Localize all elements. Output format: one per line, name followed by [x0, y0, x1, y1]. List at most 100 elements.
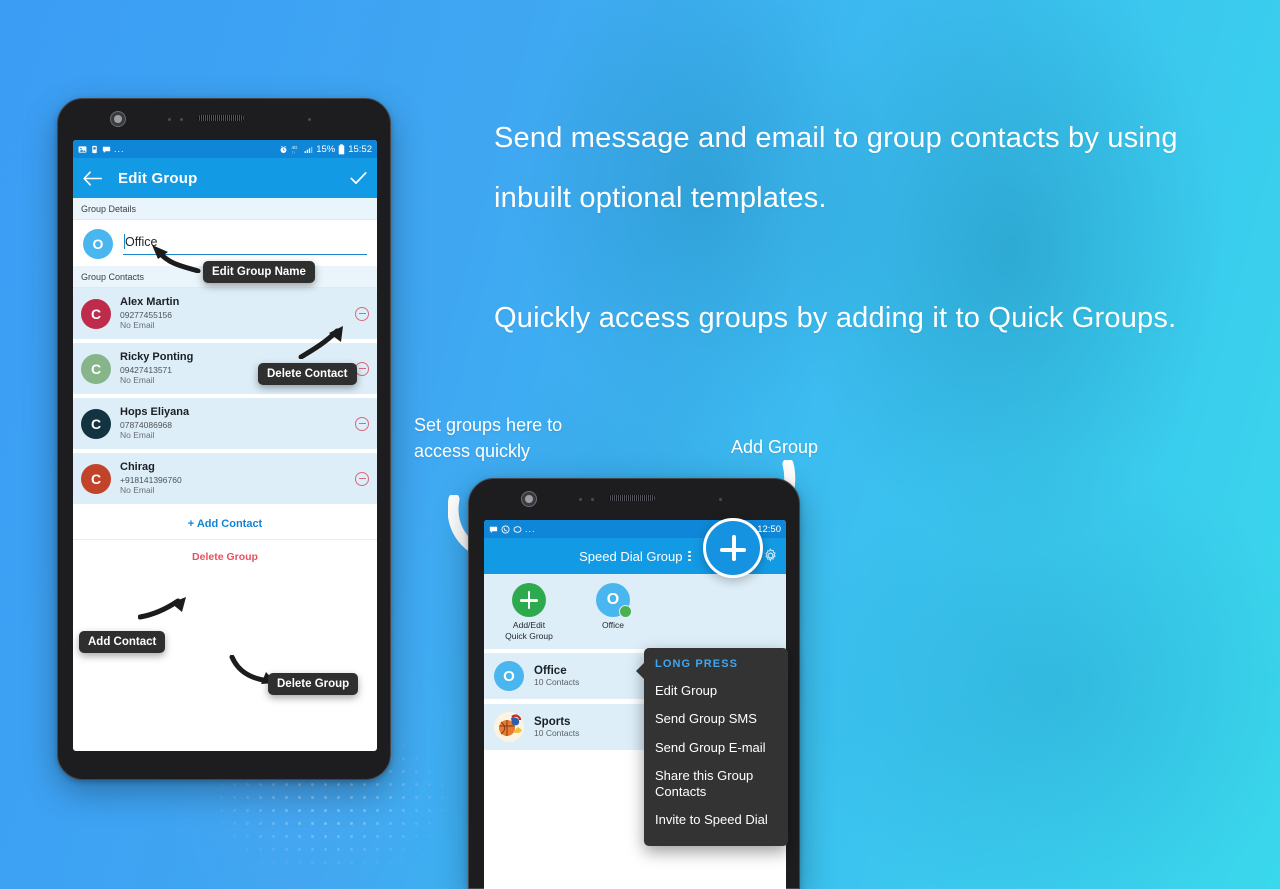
contact-email: No Email — [120, 485, 155, 496]
plus-icon — [512, 583, 546, 617]
back-arrow-icon[interactable] — [83, 170, 102, 186]
status-bar: ... 4G ↑↓ 15% 15:52 — [73, 140, 377, 158]
contact-meta: Chirag +918141396760 No Email — [120, 461, 182, 496]
quick-groups-strip: Add/Edit Quick Group O Office — [484, 574, 786, 650]
sim-icon — [92, 145, 97, 153]
status-bar-2-left-icons: ... — [489, 524, 536, 534]
avatar: C — [81, 408, 111, 439]
phone-one-screen: ... 4G ↑↓ 15% 15:52 Edit Group Group Deta… — [73, 140, 377, 751]
delete-group-button[interactable]: Delete Group — [73, 540, 377, 572]
page-title-2: Speed Dial Group — [579, 548, 683, 564]
contact-meta: Hops Eliyana 07874086968 No Email — [120, 406, 189, 441]
quick-group-add-label-line1: Add/Edit — [512, 620, 546, 630]
context-menu-header: LONG PRESS — [655, 658, 739, 670]
group-name: Office — [534, 665, 567, 678]
quick-group-avatar: O — [596, 583, 632, 618]
whatsapp-icon — [501, 525, 510, 533]
menu-item-share-group-contacts[interactable]: Share this Group Contacts — [644, 762, 788, 807]
group-count: 10 Contacts — [534, 728, 580, 739]
sensor-dot-6-icon — [719, 498, 722, 501]
front-camera-icon — [110, 111, 126, 127]
more-icon: ... — [525, 524, 536, 534]
contact-name: Hops Eliyana — [120, 406, 190, 418]
sensor-dot-5-icon — [591, 498, 594, 501]
quick-group-add-label-line2: Quick Group — [505, 630, 553, 641]
sensor-dot-icon — [168, 118, 171, 121]
text-caret — [124, 234, 125, 249]
avatar: C — [81, 353, 111, 384]
sensor-dot-2-icon — [180, 118, 183, 121]
headline-primary: Send message and email to group contacts… — [494, 122, 1178, 214]
gear-icon[interactable] — [763, 548, 778, 563]
check-icon[interactable] — [350, 171, 367, 185]
group-name-row: O — [73, 220, 377, 266]
online-badge-icon — [619, 605, 632, 618]
battery-icon — [338, 143, 345, 154]
signal-icon — [304, 146, 313, 153]
group-count: 10 Contacts — [534, 677, 580, 688]
table-row[interactable]: C Hops Eliyana 07874086968 No Email — [73, 398, 377, 449]
menu-item-send-group-email[interactable]: Send Group E-mail — [644, 734, 788, 762]
contact-phone: 07874086968 — [120, 419, 173, 430]
group-name: Sports — [534, 716, 571, 729]
quick-group-office[interactable]: O Office — [582, 583, 644, 641]
menu-item-invite-to-speed-dial[interactable]: Invite to Speed Dial — [644, 806, 788, 834]
front-camera-2-icon — [521, 491, 537, 507]
section-header-group-details: Group Details — [73, 198, 377, 220]
quick-group-office-label: Office — [601, 620, 625, 630]
contact-email: No Email — [120, 430, 155, 441]
quick-group-add-edit[interactable]: Add/Edit Quick Group — [498, 583, 560, 641]
headline-secondary: Quickly access groups by adding it to Qu… — [494, 302, 1177, 334]
quick-group-avatar-letter: O — [606, 591, 620, 608]
group-meta: Office 10 Contacts — [534, 665, 579, 687]
remove-contact-icon[interactable] — [355, 471, 369, 486]
add-group-fab[interactable] — [703, 518, 763, 578]
tooltip-add-contact: Add Contact — [79, 631, 166, 653]
message-icon — [102, 146, 111, 153]
status-bar-left-icons: ... — [78, 144, 125, 154]
svg-text:↑↓: ↑↓ — [292, 149, 296, 154]
earpiece-speaker-2-icon — [609, 495, 655, 501]
image-icon — [78, 145, 87, 153]
table-row[interactable]: C Chirag +918141396760 No Email — [73, 453, 377, 504]
contact-meta: Alex Martin 09277455156 No Email — [120, 296, 179, 331]
tooltip-delete-contact: Delete Contact — [258, 363, 357, 385]
quick-group-add-label: Add/Edit Quick Group — [505, 620, 553, 641]
avatar: C — [81, 463, 111, 494]
more-icon: ... — [114, 144, 125, 154]
sensor-dot-4-icon — [579, 498, 582, 501]
clock-label-2: 12:50 — [757, 523, 781, 535]
avatar: C — [81, 298, 111, 329]
clock-label: 15:52 — [348, 143, 372, 155]
tooltip-delete-group: Delete Group — [268, 673, 359, 695]
table-row[interactable]: C Alex Martin 09277455156 No Email — [73, 288, 377, 339]
remove-contact-icon[interactable] — [355, 361, 369, 376]
remove-contact-icon[interactable] — [355, 416, 369, 431]
menu-item-send-group-sms[interactable]: Send Group SMS — [644, 705, 788, 733]
remove-contact-icon[interactable] — [355, 306, 369, 321]
earpiece-speaker-icon — [198, 115, 244, 121]
contact-name: Chirag — [120, 461, 155, 473]
alarm-icon — [280, 145, 287, 153]
kebab-menu-icon[interactable] — [688, 550, 691, 562]
group-name-input-wrap — [123, 233, 367, 255]
contact-email: No Email — [120, 320, 155, 331]
4g-network-icon: 4G↑↓ — [292, 145, 299, 154]
page-title: Edit Group — [118, 169, 198, 187]
group-avatar: O — [83, 229, 113, 259]
contact-phone: 09427413571 — [120, 364, 173, 375]
chat-icon — [513, 525, 522, 533]
contact-name: Ricky Ponting — [120, 351, 194, 363]
contact-meta: Ricky Ponting 09427413571 No Email — [120, 351, 193, 386]
sports-ball-icon — [494, 712, 524, 743]
group-meta: Sports 10 Contacts — [534, 716, 579, 738]
status-bar-right-icons: 4G ↑↓ 15% 15:52 — [279, 144, 372, 155]
callout-add-group: Add Group — [731, 437, 819, 457]
avatar: O — [494, 661, 524, 692]
callout-set-groups: Set groups here to access quickly — [414, 415, 563, 461]
menu-item-edit-group[interactable]: Edit Group — [644, 677, 788, 705]
contact-phone: 09277455156 — [120, 309, 173, 320]
add-contact-button[interactable]: + Add Contact — [73, 508, 377, 540]
longpress-context-menu: LONG PRESS Edit Group Send Group SMS Sen… — [636, 648, 788, 846]
group-name-input[interactable] — [123, 233, 367, 255]
